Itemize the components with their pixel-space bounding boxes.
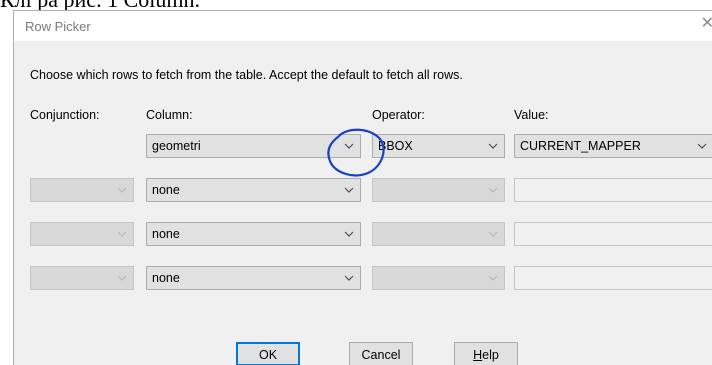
column-select-row-2[interactable]: none — [146, 178, 361, 202]
chevron-down-icon — [117, 275, 127, 281]
operator-select-row-3[interactable] — [372, 222, 505, 246]
chevron-down-icon — [488, 275, 498, 281]
instruction-text: Choose which rows to fetch from the tabl… — [30, 68, 463, 82]
value-field-row-4[interactable] — [514, 266, 712, 290]
chevron-down-icon — [488, 231, 498, 237]
chevron-down-icon — [344, 231, 354, 237]
conjunction-select-row-2[interactable] — [30, 178, 134, 202]
conjunction-select-row-3[interactable] — [30, 222, 134, 246]
operator-select-row-2[interactable] — [372, 178, 505, 202]
screenshot-page: Клі ра рис. 1 Column. Row Picker ✕ Choos… — [0, 0, 712, 365]
help-mnemonic: H — [473, 348, 483, 362]
chevron-down-icon — [117, 231, 127, 237]
operator-select-row-4[interactable] — [372, 266, 505, 290]
dialog-title: Row Picker — [25, 19, 91, 34]
title-bar: Row Picker ✕ — [14, 11, 712, 41]
cancel-button[interactable]: Cancel — [349, 342, 413, 365]
column-header: Column: — [146, 108, 193, 122]
help-label: elp — [482, 348, 499, 362]
chevron-down-icon — [344, 187, 354, 193]
row-picker-dialog: Row Picker ✕ Choose which rows to fetch … — [13, 10, 712, 365]
chevron-down-icon — [117, 187, 127, 193]
operator-header: Operator: — [372, 108, 425, 122]
column-select-value: none — [152, 183, 180, 197]
value-field-row-2[interactable] — [514, 178, 712, 202]
chevron-down-icon — [344, 143, 354, 149]
conjunction-select-row-4[interactable] — [30, 266, 134, 290]
chevron-down-icon — [697, 143, 707, 149]
column-select-value: none — [152, 271, 180, 285]
close-icon[interactable]: ✕ — [701, 16, 712, 32]
operator-select-value: BBOX — [378, 139, 413, 153]
chevron-down-icon — [344, 275, 354, 281]
column-select-row-3[interactable]: none — [146, 222, 361, 246]
operator-select-row-1[interactable]: BBOX — [372, 134, 505, 158]
help-button[interactable]: Help — [454, 342, 518, 365]
column-select-row-4[interactable]: none — [146, 266, 361, 290]
conjunction-header: Conjunction: — [30, 108, 100, 122]
value-header: Value: — [514, 108, 549, 122]
column-select-value: none — [152, 227, 180, 241]
chevron-down-icon — [488, 143, 498, 149]
column-select-value: geometri — [152, 139, 201, 153]
value-select-row-1[interactable]: CURRENT_MAPPER — [514, 134, 712, 158]
value-field-row-3[interactable] — [514, 222, 712, 246]
chevron-down-icon — [488, 187, 498, 193]
value-select-value: CURRENT_MAPPER — [520, 139, 641, 153]
column-select-row-1[interactable]: geometri — [146, 134, 361, 158]
ok-button[interactable]: OK — [236, 342, 300, 365]
